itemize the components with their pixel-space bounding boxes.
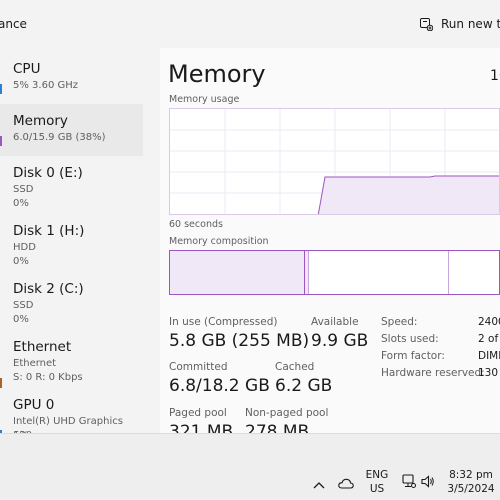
free-segment: [449, 251, 499, 294]
volume-icon[interactable]: [421, 473, 435, 492]
in-use-label: In use (Compressed): [169, 316, 278, 328]
slots-label: Slots used:: [381, 333, 439, 345]
sidebar-item-detail: SSD: [13, 184, 34, 195]
in-use-segment: [170, 251, 305, 294]
chevron-up-icon[interactable]: [313, 474, 325, 493]
committed-label: Committed: [169, 361, 228, 373]
memory-panel: Memory 16 Memory usage 60 seconds Memory…: [160, 48, 500, 442]
cloud-icon[interactable]: [338, 474, 354, 493]
run-new-task-label: Run new task: [441, 17, 500, 31]
sidebar-item-detail: 5% 3.60 GHz: [13, 80, 79, 91]
slots-value: 2 of 4: [478, 333, 500, 345]
sidebar-item-label: Disk 2 (C:): [13, 281, 84, 297]
run-task-icon: [420, 17, 434, 31]
title-bar: ance Run new task: [0, 0, 500, 48]
sidebar-item-detail: 0%: [13, 198, 29, 209]
sidebar: CPU 5% 3.60 GHz Memory 6.0/15.9 GB (38%)…: [0, 48, 160, 441]
standby-segment: [309, 251, 449, 294]
sidebar-item-label: Ethernet: [13, 339, 72, 355]
network-icon[interactable]: [402, 473, 416, 492]
memory-usage-label: Memory usage: [169, 94, 240, 105]
sidebar-item-label: Disk 1 (H:): [13, 223, 85, 239]
sidebar-item-detail: S: 0 R: 0 Kbps: [13, 372, 83, 383]
in-use-value: 5.8 GB (255 MB): [169, 331, 310, 351]
sidebar-item-disk0[interactable]: Disk 0 (E:) SSD 0%: [0, 156, 143, 209]
total-memory-label: 16: [490, 68, 500, 84]
speed-label: Speed:: [381, 316, 418, 328]
sidebar-item-detail: HDD: [13, 242, 36, 253]
memory-composition-bar: [169, 250, 500, 295]
clock[interactable]: 8:32 pm 3/5/2024: [444, 469, 498, 495]
form-factor-value: DIMM: [478, 350, 500, 362]
clock-time: 8:32 pm: [449, 469, 493, 481]
sidebar-item-detail: 0%: [13, 314, 29, 325]
window-title: ance: [0, 17, 27, 31]
sidebar-item-detail: Ethernet: [13, 358, 57, 369]
memory-composition-label: Memory composition: [169, 236, 269, 247]
memory-graph-marker: [0, 136, 2, 146]
page-title: Memory: [168, 60, 266, 88]
run-new-task-button[interactable]: Run new task: [420, 17, 500, 31]
language-indicator[interactable]: ENG US: [364, 469, 390, 495]
sidebar-item-memory[interactable]: Memory 6.0/15.9 GB (38%): [0, 104, 143, 156]
speed-value: 2400: [478, 316, 500, 328]
cached-label: Cached: [275, 361, 315, 373]
hardware-reserved-value: 130 M: [478, 367, 500, 379]
sidebar-item-disk2[interactable]: Disk 2 (C:) SSD 0%: [0, 272, 143, 325]
sidebar-item-label: CPU: [13, 61, 41, 77]
sidebar-item-cpu[interactable]: CPU 5% 3.60 GHz: [0, 52, 143, 104]
sidebar-item-label: Memory: [13, 113, 68, 129]
sidebar-item-detail: 6.0/15.9 GB (38%): [13, 132, 106, 143]
form-factor-label: Form factor:: [381, 350, 445, 362]
sidebar-item-label: GPU 0: [13, 397, 55, 413]
memory-usage-graph-svg: [170, 109, 499, 214]
sidebar-item-detail: 0%: [13, 256, 29, 267]
language-code: ENG: [365, 469, 389, 481]
sidebar-item-ethernet[interactable]: Ethernet Ethernet S: 0 R: 0 Kbps: [0, 330, 143, 383]
memory-usage-graph: [169, 108, 500, 215]
ethernet-graph-marker: [0, 378, 2, 388]
time-span-label: 60 seconds: [169, 219, 223, 230]
clock-date: 3/5/2024: [447, 483, 495, 495]
keyboard-layout: US: [369, 483, 385, 495]
committed-value: 6.8/18.2 GB: [169, 376, 270, 396]
taskbar: ENG US 8:32 pm 3/5/2024: [0, 433, 500, 500]
sidebar-item-disk1[interactable]: Disk 1 (H:) HDD 0%: [0, 214, 143, 267]
sidebar-item-label: Disk 0 (E:): [13, 165, 83, 181]
paged-pool-label: Paged pool: [169, 407, 227, 419]
available-label: Available: [311, 316, 359, 328]
cpu-graph-marker: [0, 84, 2, 94]
nonpaged-pool-label: Non-paged pool: [245, 407, 329, 419]
available-value: 9.9 GB: [311, 331, 369, 351]
hardware-reserved-label: Hardware reserved:: [381, 367, 485, 379]
sidebar-item-detail: SSD: [13, 300, 34, 311]
cached-value: 6.2 GB: [275, 376, 333, 396]
